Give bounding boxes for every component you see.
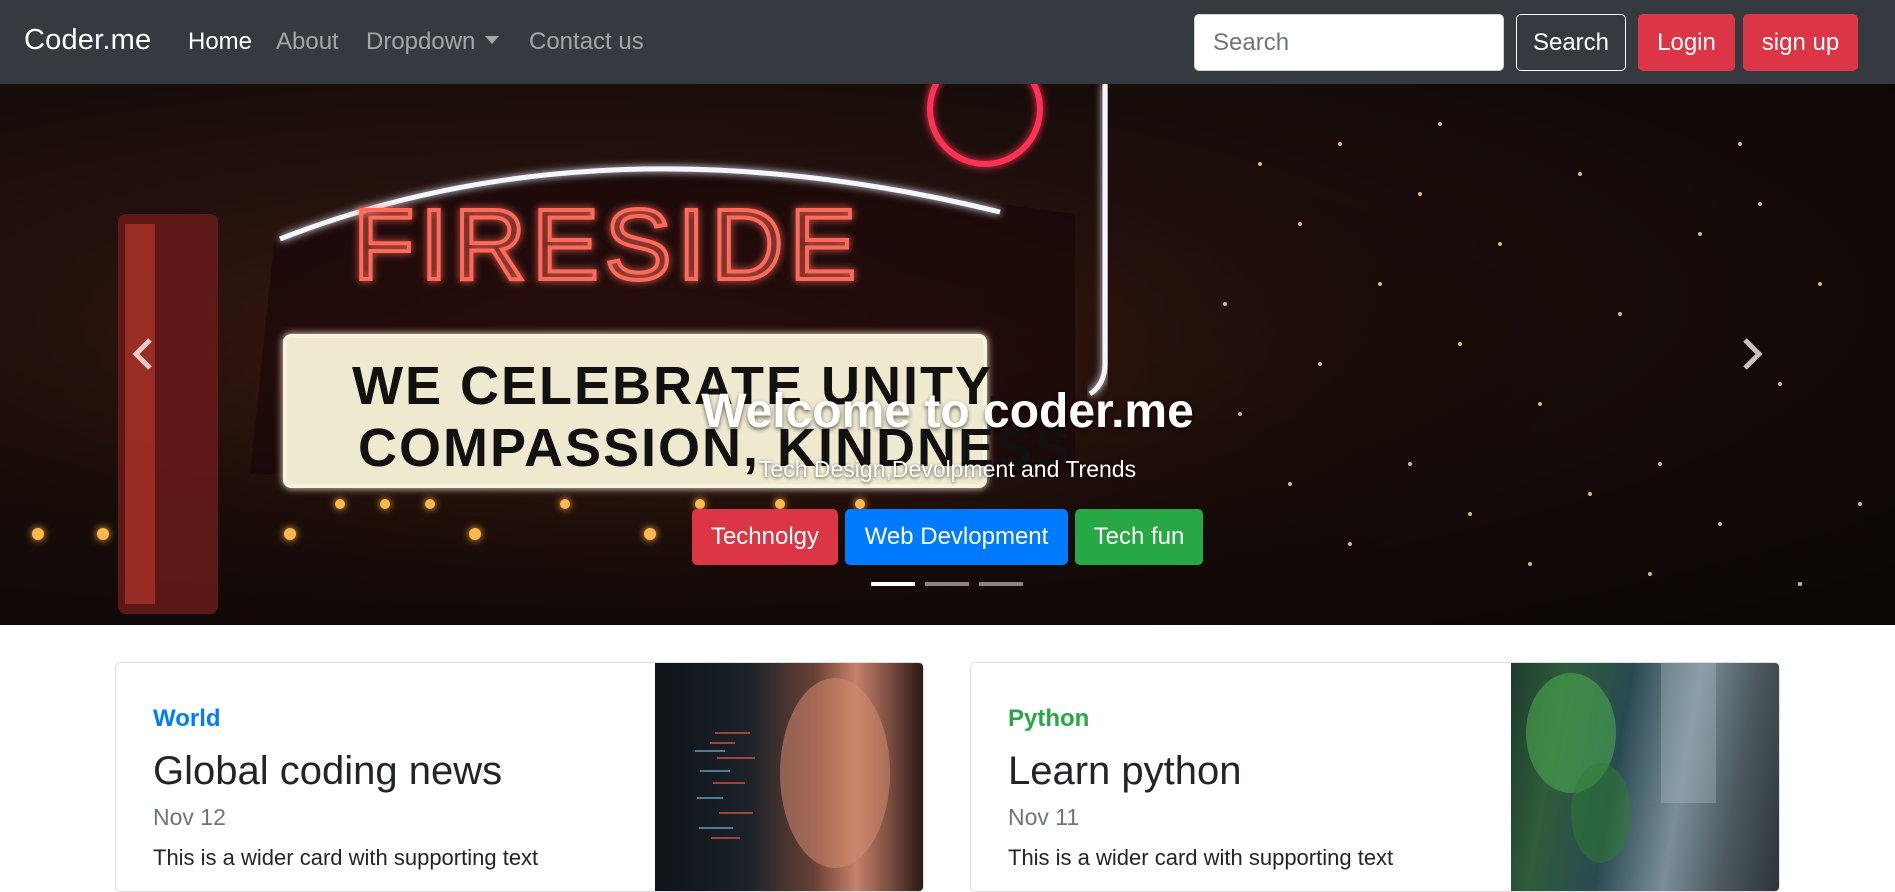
login-button[interactable]: Login [1638, 14, 1735, 71]
carousel-next-button[interactable] [1733, 334, 1773, 374]
card-category: Python [1008, 705, 1090, 732]
card-date: Nov 12 [153, 804, 226, 830]
carousel-indicator-1[interactable] [871, 582, 915, 586]
web-development-button[interactable]: Web Devlopment [845, 509, 1068, 565]
nav-link-contact[interactable]: Contact us [529, 28, 644, 56]
card-category: World [153, 705, 221, 732]
chevron-right-icon [1743, 338, 1763, 370]
nav-dropdown-toggle[interactable]: Dropdown [366, 28, 500, 56]
carousel-indicator-2[interactable] [925, 582, 969, 586]
article-card-world[interactable]: World Global coding news Nov 12 This is … [115, 662, 924, 892]
search-button[interactable]: Search [1516, 14, 1626, 71]
card-text: This is a wider card with supporting tex… [153, 845, 539, 870]
card-date: Nov 11 [1008, 804, 1080, 830]
navbar: Coder.me Home About Dropdown Contact us … [0, 0, 1895, 84]
signup-button[interactable]: sign up [1743, 14, 1858, 71]
chevron-left-icon [132, 338, 152, 370]
card-title[interactable]: Global coding news [153, 749, 502, 794]
card-title[interactable]: Learn python [1008, 749, 1242, 794]
carousel-prev-button[interactable] [122, 334, 162, 374]
card-thumbnail [1511, 663, 1779, 891]
nav-link-about[interactable]: About [276, 28, 339, 56]
hero-title: Welcome to coder.me [701, 385, 1194, 438]
hero-subtitle: Tech Design,Devolpment and Trends [758, 456, 1137, 482]
technology-button[interactable]: Technolgy [692, 509, 838, 565]
caret-down-icon [485, 36, 500, 44]
carousel-indicator-3[interactable] [979, 582, 1023, 586]
nav-link-home[interactable]: Home [188, 28, 252, 56]
article-card-python[interactable]: Python Learn python Nov 11 This is a wid… [970, 662, 1780, 892]
card-text: This is a wider card with supporting tex… [1008, 845, 1394, 870]
nav-dropdown-label: Dropdown [366, 28, 476, 55]
card-thumbnail [655, 663, 923, 891]
hero-carousel: FIRESIDE WE CELEBRATE UNITY, COMPASSION,… [0, 84, 1895, 625]
search-input[interactable] [1194, 14, 1504, 71]
tech-fun-button[interactable]: Tech fun [1075, 509, 1203, 565]
brand-logo[interactable]: Coder.me [24, 24, 151, 57]
sign-word: FIRESIDE [353, 189, 862, 301]
